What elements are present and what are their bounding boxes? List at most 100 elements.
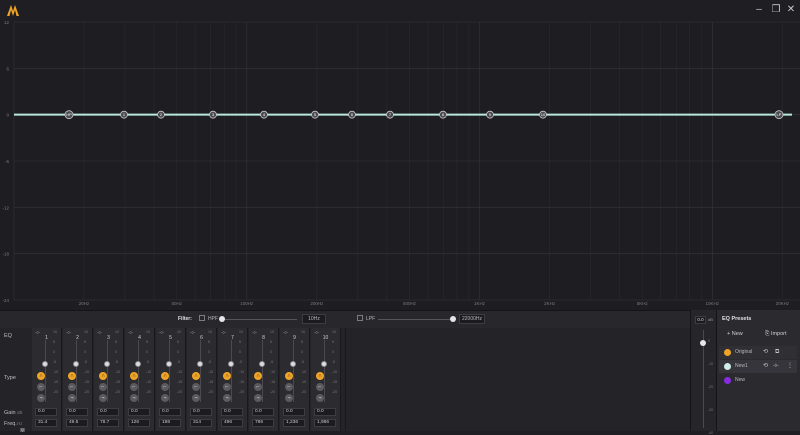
band-gain-slider-track[interactable]	[169, 340, 170, 402]
low-shelf-icon[interactable]: ⌐	[161, 383, 169, 391]
band-gain-slider-handle[interactable]	[290, 361, 296, 367]
band-gain-field[interactable]: 0.0	[159, 408, 181, 416]
hpf-node[interactable]: HP	[64, 110, 74, 120]
band-gain-slider-track[interactable]	[76, 340, 77, 402]
high-shelf-icon[interactable]: ¬	[161, 394, 169, 402]
low-shelf-icon[interactable]: ⌐	[316, 383, 324, 391]
band-freq-field[interactable]: 1,236	[283, 419, 305, 427]
reset-icon[interactable]: ⟲	[763, 346, 768, 359]
lpf-slider-handle[interactable]	[450, 316, 456, 322]
band-node[interactable]: 7	[386, 110, 394, 119]
high-shelf-icon[interactable]: ¬	[37, 394, 45, 402]
hpf-checkbox[interactable]	[199, 315, 205, 321]
peak-filter-icon[interactable]: ∩	[254, 372, 262, 380]
peak-filter-icon[interactable]: ∩	[130, 372, 138, 380]
low-shelf-icon[interactable]: ⌐	[130, 383, 138, 391]
band-gain-slider-handle[interactable]	[166, 361, 172, 367]
more-options-icon[interactable]: ⋮	[787, 360, 793, 373]
band-gain-field[interactable]: 0.0	[314, 408, 336, 416]
apply-icon[interactable]: -◊-	[773, 360, 779, 373]
duplicate-icon[interactable]: ⧉	[775, 346, 779, 359]
hpf-value-field[interactable]: 10Hz	[302, 314, 326, 324]
peak-filter-icon[interactable]: ∩	[285, 372, 293, 380]
band-gain-field[interactable]: 0.0	[283, 408, 305, 416]
band-gain-slider-handle[interactable]	[228, 361, 234, 367]
band-freq-field[interactable]: 786	[252, 419, 274, 427]
band-gain-slider-handle[interactable]	[259, 361, 265, 367]
maximize-icon[interactable]: ❐	[769, 3, 783, 17]
low-shelf-icon[interactable]: ⌐	[254, 383, 262, 391]
band-freq-field[interactable]: 49.5	[66, 419, 88, 427]
hpf-slider-handle[interactable]	[219, 316, 225, 322]
high-shelf-icon[interactable]: ¬	[68, 394, 76, 402]
band-gain-field[interactable]: 0.0	[97, 408, 119, 416]
band-gain-slider-track[interactable]	[262, 340, 263, 402]
low-shelf-icon[interactable]: ⌐	[285, 383, 293, 391]
high-shelf-icon[interactable]: ¬	[99, 394, 107, 402]
lpf-checkbox[interactable]	[357, 315, 363, 321]
band-freq-field[interactable]: 78.7	[97, 419, 119, 427]
band-gain-field[interactable]: 0.0	[221, 408, 243, 416]
band-gain-slider-track[interactable]	[138, 340, 139, 402]
band-gain-slider-handle[interactable]	[135, 361, 141, 367]
high-shelf-icon[interactable]: ¬	[316, 394, 324, 402]
preset-item[interactable]: Original ⟲ ⧉	[719, 346, 797, 359]
high-shelf-icon[interactable]: ¬	[223, 394, 231, 402]
band-gain-field[interactable]: 0.0	[66, 408, 88, 416]
band-node[interactable]: 10	[539, 110, 547, 119]
band-node[interactable]: 8	[439, 110, 447, 119]
peak-filter-icon[interactable]: ∩	[37, 372, 45, 380]
lpf-slider-track[interactable]	[378, 319, 453, 320]
band-freq-field[interactable]: 314	[190, 419, 212, 427]
import-preset-button[interactable]: ⎘ Import	[765, 331, 787, 338]
band-gain-slider-handle[interactable]	[104, 361, 110, 367]
band-gain-slider-track[interactable]	[200, 340, 201, 402]
high-shelf-icon[interactable]: ¬	[130, 394, 138, 402]
hpf-slider-track[interactable]	[222, 319, 297, 320]
band-gain-slider-handle[interactable]	[73, 361, 79, 367]
band-gain-field[interactable]: 0.0	[252, 408, 274, 416]
high-shelf-icon[interactable]: ¬	[254, 394, 262, 402]
band-gain-slider-track[interactable]	[45, 340, 46, 402]
low-shelf-icon[interactable]: ⌐	[223, 383, 231, 391]
preset-item[interactable]: New	[719, 374, 797, 387]
master-slider-handle[interactable]	[700, 340, 706, 346]
band-gain-slider-track[interactable]	[324, 340, 325, 402]
lpf-value-field[interactable]: 22000Hz	[459, 314, 485, 324]
band-gain-field[interactable]: 0.0	[35, 408, 57, 416]
band-node[interactable]: 4	[260, 110, 268, 119]
reset-icon[interactable]: ⟲	[763, 360, 768, 373]
band-node[interactable]: 6	[348, 110, 356, 119]
high-shelf-icon[interactable]: ¬	[285, 394, 293, 402]
master-value-field[interactable]: 0.0	[695, 316, 706, 324]
band-gain-field[interactable]: 0.0	[190, 408, 212, 416]
lpf-node[interactable]: LP	[774, 110, 784, 120]
low-shelf-icon[interactable]: ⌐	[192, 383, 200, 391]
band-freq-field[interactable]: 1,986	[314, 419, 336, 427]
band-node[interactable]: 2	[157, 110, 165, 119]
band-gain-slider-track[interactable]	[293, 340, 294, 402]
band-freq-field[interactable]: 31.4	[35, 419, 57, 427]
band-gain-slider-track[interactable]	[231, 340, 232, 402]
low-shelf-icon[interactable]: ⌐	[37, 383, 45, 391]
minimize-icon[interactable]: –	[752, 3, 766, 17]
band-node[interactable]: 5	[311, 110, 319, 119]
peak-filter-icon[interactable]: ∩	[192, 372, 200, 380]
band-freq-field[interactable]: 198	[159, 419, 181, 427]
band-node[interactable]: 1	[120, 110, 128, 119]
band-node[interactable]: 3	[209, 110, 217, 119]
low-shelf-icon[interactable]: ⌐	[99, 383, 107, 391]
band-freq-field[interactable]: 126	[128, 419, 150, 427]
peak-filter-icon[interactable]: ∩	[316, 372, 324, 380]
new-preset-button[interactable]: + New	[727, 331, 743, 337]
peak-filter-icon[interactable]: ∩	[161, 372, 169, 380]
peak-filter-icon[interactable]: ∩	[99, 372, 107, 380]
peak-filter-icon[interactable]: ∩	[223, 372, 231, 380]
band-gain-field[interactable]: 0.0	[128, 408, 150, 416]
band-gain-slider-handle[interactable]	[197, 361, 203, 367]
eq-graph[interactable]: 12 6 0 -6 -12 -18 -24 20Hz 50Hz 100Hz 200Hz 500Hz 1K…	[0, 20, 800, 310]
high-shelf-icon[interactable]: ¬	[192, 394, 200, 402]
preset-item[interactable]: New1 ⟲ -◊- ⋮	[719, 360, 797, 373]
band-node[interactable]: 9	[486, 110, 494, 119]
band-gain-slider-handle[interactable]	[42, 361, 48, 367]
